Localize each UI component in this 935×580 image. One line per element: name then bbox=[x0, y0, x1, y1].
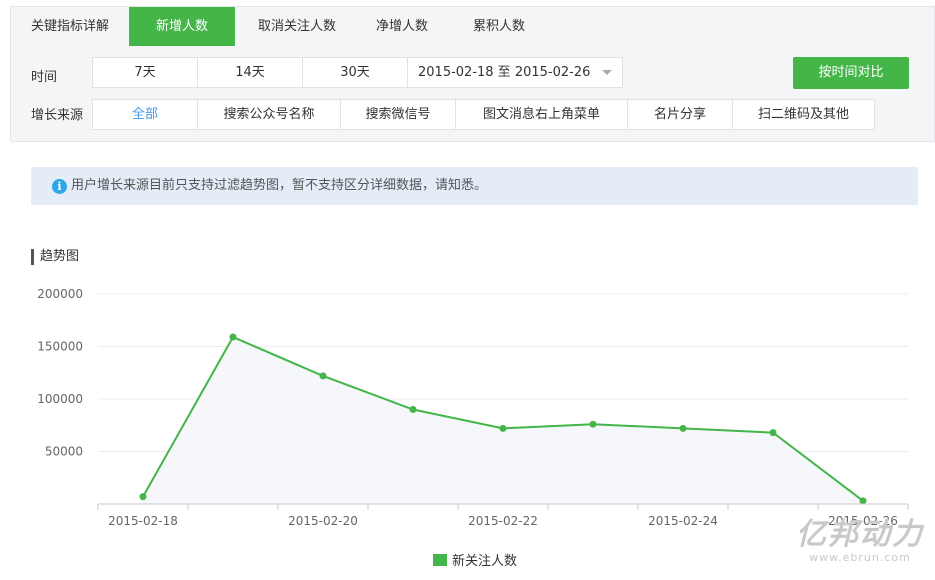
y-tick-label: 100000 bbox=[37, 392, 83, 406]
data-point bbox=[229, 333, 237, 341]
data-point bbox=[769, 429, 777, 437]
data-point bbox=[139, 493, 147, 501]
series-area-fill bbox=[143, 337, 863, 504]
data-point bbox=[859, 497, 867, 505]
data-point bbox=[499, 424, 507, 432]
x-tick-label: 2015-02-24 bbox=[648, 514, 718, 528]
x-tick-label: 2015-02-18 bbox=[108, 514, 178, 528]
data-point bbox=[589, 420, 597, 428]
watermark-brand: 亿邦动力 bbox=[796, 517, 924, 552]
x-tick-label: 2015-02-22 bbox=[468, 514, 538, 528]
chart-legend: 新关注人数 bbox=[433, 553, 517, 569]
trend-line-chart: 50000100000150000200000 2015-02-18 2015-0… bbox=[37, 287, 909, 569]
legend-swatch bbox=[433, 554, 447, 566]
data-point bbox=[409, 406, 417, 413]
data-point bbox=[679, 424, 687, 432]
watermark-site: www.ebrun.com bbox=[809, 551, 911, 564]
y-tick-label: 200000 bbox=[37, 287, 83, 301]
x-tick-label: 2015-02-20 bbox=[288, 514, 358, 528]
legend-label: 新关注人数 bbox=[452, 553, 517, 569]
y-tick-label: 150000 bbox=[37, 340, 83, 354]
x-axis-ticks: 2015-02-18 2015-02-20 2015-02-22 2015-02-24… bbox=[97, 504, 909, 528]
data-point bbox=[319, 372, 327, 380]
watermark: 亿邦动力 www.ebrun.com bbox=[790, 518, 930, 564]
y-tick-label: 50000 bbox=[45, 445, 83, 459]
y-axis-ticks: 50000 100000 150000 200000 bbox=[37, 287, 83, 459]
